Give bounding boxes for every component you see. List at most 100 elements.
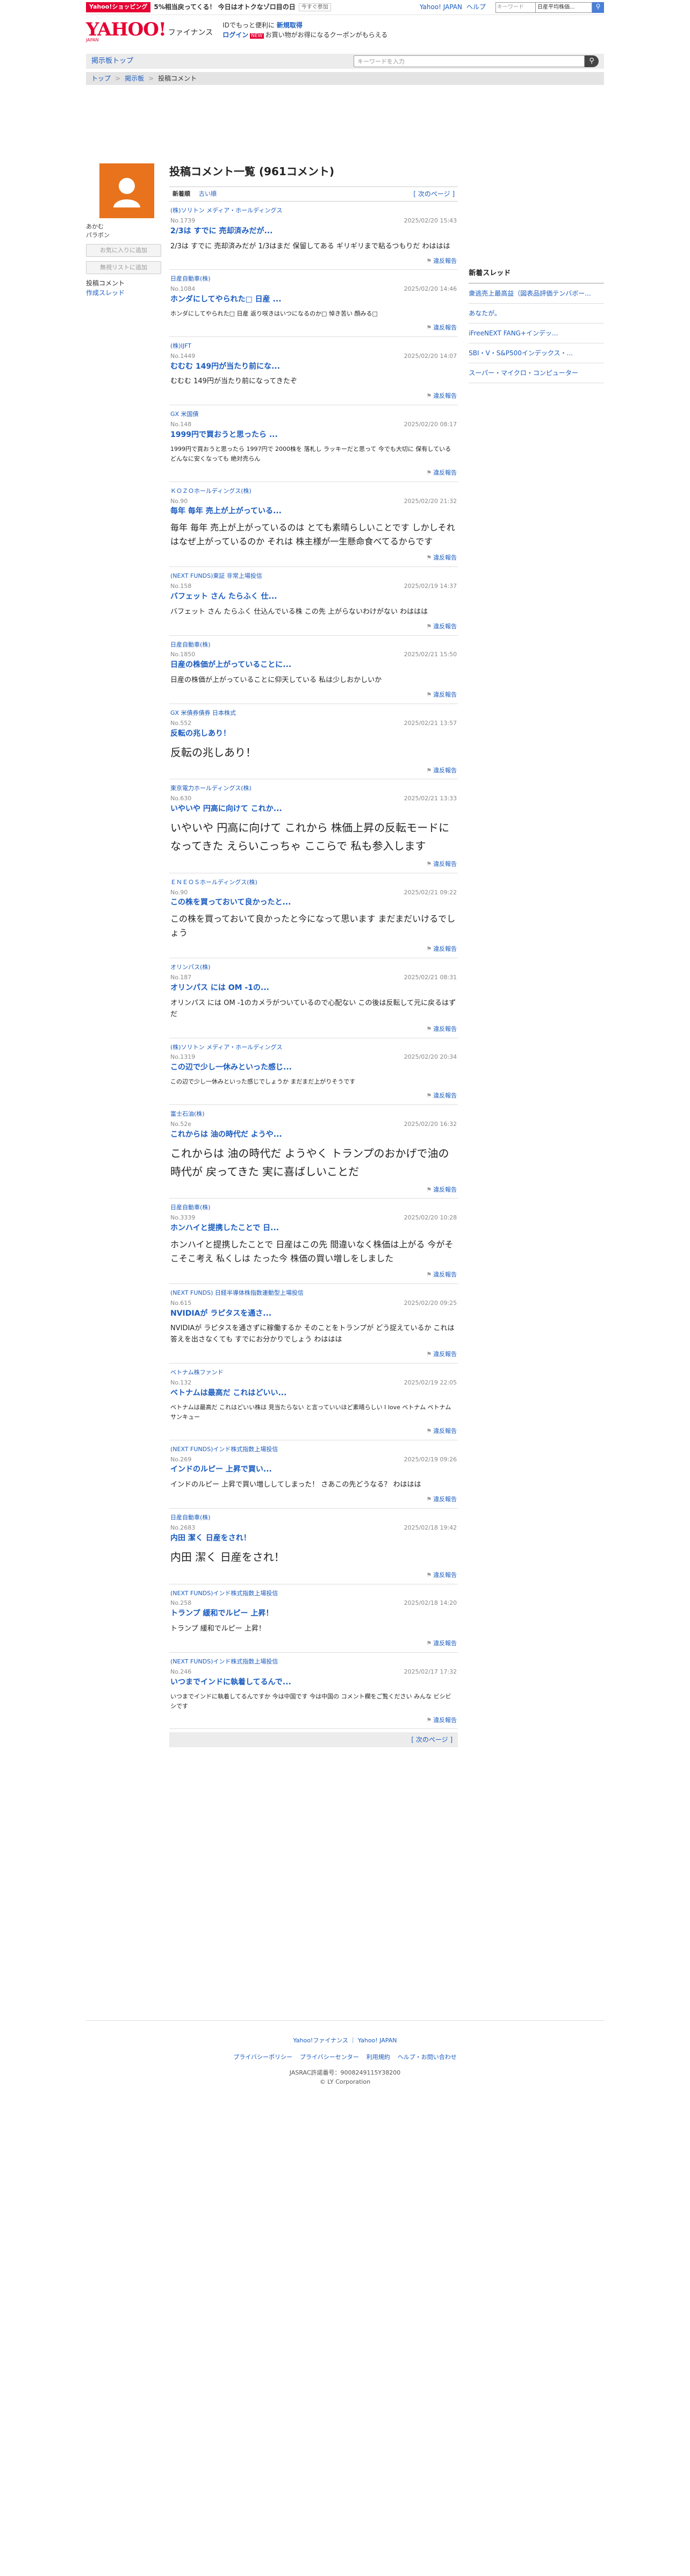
thread-link[interactable]: SBI・V・S&P500インデックス・... bbox=[469, 343, 604, 364]
board-search-input[interactable]: キーワードを入力 bbox=[354, 55, 585, 67]
post-title[interactable]: むむむ 149円が当たり前にな... bbox=[170, 362, 457, 372]
terms-link[interactable]: 利用規約 bbox=[366, 2054, 390, 2062]
next-page-link-bottom[interactable]: [ 次のページ ] bbox=[411, 1735, 452, 1744]
report-link[interactable]: 違反報告 bbox=[433, 324, 457, 331]
post-number: No.1084 bbox=[170, 285, 196, 293]
board-top-link[interactable]: 掲示板トップ bbox=[91, 56, 133, 66]
report-link[interactable]: 違反報告 bbox=[433, 1271, 457, 1278]
post-stock-link[interactable]: (株)ソリトン メディア・ホールディングス bbox=[170, 207, 457, 215]
post-stock-link[interactable]: GX 米国債 bbox=[170, 411, 457, 419]
post-title[interactable]: 日産の株価が上がっていることに... bbox=[170, 660, 457, 670]
post-title[interactable]: この辺で少し一休みといった感じ... bbox=[170, 1063, 457, 1073]
help-link[interactable]: ヘルプ bbox=[466, 3, 486, 11]
post-title[interactable]: 内田 潔く 日産をされ！ bbox=[170, 1533, 457, 1544]
post-stock-link[interactable]: (株)ソリトン メディア・ホールディングス bbox=[170, 1044, 457, 1052]
report-link[interactable]: 違反報告 bbox=[433, 691, 457, 698]
post-stock-link[interactable]: 日産自動車(株) bbox=[170, 1514, 457, 1522]
post-title[interactable]: この株を買っておいて良かったと... bbox=[170, 898, 457, 908]
signup-link[interactable]: 新規取得 bbox=[277, 21, 303, 29]
search-icon[interactable]: ⚲ bbox=[592, 2, 604, 13]
thread-link[interactable]: あなたが。 bbox=[469, 304, 604, 324]
report-link[interactable]: 違反報告 bbox=[433, 469, 457, 476]
report-link[interactable]: 違反報告 bbox=[433, 623, 457, 630]
logo[interactable]: YAHOO! ファイナンス bbox=[86, 20, 213, 39]
promo-text[interactable]: 5%相当戻ってくる！ 今日はオトクなゾロ目の日 bbox=[154, 3, 295, 11]
report-link[interactable]: 違反報告 bbox=[433, 1427, 457, 1434]
post-stock-link[interactable]: (NEXT FUNDS)インド株式指数上場投信 bbox=[170, 1590, 457, 1598]
post-title[interactable]: 毎年 毎年 売上が上がっている... bbox=[170, 506, 457, 516]
coupon-link[interactable]: お買い物がお得になるクーポンがもらえる bbox=[265, 31, 388, 39]
report-link[interactable]: 違反報告 bbox=[433, 1351, 457, 1358]
post-stock-link[interactable]: ＫＯＺＯホールディングス(株) bbox=[170, 487, 457, 496]
post-stock-link[interactable]: ベトナム株ファンド bbox=[170, 1369, 457, 1377]
report-link[interactable]: 違反報告 bbox=[433, 860, 457, 867]
promo-button[interactable]: 今すぐ参加 bbox=[298, 3, 331, 12]
shopping-badge[interactable]: Yahoo!ショッピング bbox=[86, 2, 151, 12]
comments-link[interactable]: 投稿コメント bbox=[86, 278, 161, 288]
report-link[interactable]: 違反報告 bbox=[433, 1092, 457, 1099]
post-stock-link[interactable]: 東京電力ホールディングス(株) bbox=[170, 785, 457, 793]
post-title[interactable]: 1999円で買おうと思ったら ... bbox=[170, 430, 457, 440]
post-stock-link[interactable]: (NEXT FUNDS)インド株式指数上場投信 bbox=[170, 1446, 457, 1454]
post-number: No.3339 bbox=[170, 1214, 196, 1222]
report-link[interactable]: 違反報告 bbox=[433, 1186, 457, 1193]
post-stock-link[interactable]: (NEXT FUNDS)インド株式指数上場投信 bbox=[170, 1658, 457, 1666]
post-title[interactable]: これからは 油の時代だ ようや... bbox=[170, 1130, 457, 1140]
report-link[interactable]: 違反報告 bbox=[433, 1717, 457, 1724]
post-stock-link[interactable]: GX 米債券債券 日本株式 bbox=[170, 709, 457, 717]
report-link[interactable]: 違反報告 bbox=[433, 1640, 457, 1647]
search-icon[interactable]: ⚲ bbox=[585, 55, 599, 67]
post-title[interactable]: ホンハイと提携したことで 日... bbox=[170, 1223, 457, 1233]
post-title[interactable]: ベトナムは最高だ これはどいい... bbox=[170, 1388, 457, 1398]
report-link[interactable]: 違反報告 bbox=[433, 945, 457, 952]
report-link[interactable]: 違反報告 bbox=[433, 392, 457, 399]
post-title[interactable]: インドのルピー 上昇で買い... bbox=[170, 1465, 457, 1475]
yahoo-japan-link[interactable]: Yahoo! JAPAN bbox=[420, 3, 462, 11]
tab-newest[interactable]: 新着順 bbox=[172, 190, 190, 198]
post-title[interactable]: バフェット さん たらふく 仕... bbox=[170, 592, 457, 602]
privacy-policy-link[interactable]: プライバシーポリシー bbox=[233, 2054, 292, 2062]
footer-yahoo-link[interactable]: Yahoo! JAPAN bbox=[358, 2037, 397, 2044]
privacy-center-link[interactable]: プライバシーセンター bbox=[300, 2054, 359, 2062]
add-ignore-button[interactable]: 無視リストに追加 bbox=[86, 261, 161, 274]
top-search-input[interactable]: キーワード bbox=[495, 2, 536, 13]
report-link[interactable]: 違反報告 bbox=[433, 1496, 457, 1503]
next-page-link[interactable]: [ 次のページ ] bbox=[413, 190, 455, 198]
post-title[interactable]: ホンダにしてやられた□ 日産 ... bbox=[170, 295, 457, 305]
post-stock-link[interactable]: (NEXT FUNDS)東証 非常上場投信 bbox=[170, 572, 457, 580]
post-title[interactable]: いやいや 円高に向けて これか... bbox=[170, 804, 457, 814]
post-stock-link[interactable]: 日産自動車(株) bbox=[170, 275, 457, 283]
post-stock-link[interactable]: (株)IJFT bbox=[170, 342, 457, 350]
post-date: 2025/02/17 17:32 bbox=[404, 1668, 457, 1675]
post-title[interactable]: 2/3は すでに 売却済みだが... bbox=[170, 226, 457, 236]
report-link[interactable]: 違反報告 bbox=[433, 1025, 457, 1032]
post-stock-link[interactable]: 富士石油(株) bbox=[170, 1110, 457, 1118]
post-stock-link[interactable]: (NEXT FUNDS) 日経半導体株指数連動型上場投信 bbox=[170, 1289, 457, 1297]
tab-oldest[interactable]: 古い順 bbox=[199, 190, 217, 198]
post-title[interactable]: 反転の兆しあり！ bbox=[170, 729, 457, 739]
thread-link[interactable]: 衆逃売上最高益（図表品評価テンバボー... bbox=[469, 284, 604, 304]
post-body: 日産の株価が上がっていることに仰天している 私は少しおかしいか bbox=[170, 676, 382, 685]
report-link[interactable]: 違反報告 bbox=[433, 554, 457, 561]
top-search-select[interactable]: 日産平均株価... bbox=[536, 2, 592, 13]
post-title[interactable]: いつまでインドに執着してるんで... bbox=[170, 1677, 457, 1688]
post-title[interactable]: トランプ 緩和でルピー 上昇！ bbox=[170, 1609, 457, 1619]
post-title[interactable]: NVIDIAが ラピタスを通さ... bbox=[170, 1309, 457, 1319]
add-favorite-button[interactable]: お気に入りに追加 bbox=[86, 244, 161, 257]
threads-link[interactable]: 作成スレッド bbox=[86, 289, 125, 297]
login-link[interactable]: ログイン bbox=[222, 31, 248, 39]
footer-finance-link[interactable]: Yahoo!ファイナンス bbox=[293, 2037, 348, 2044]
post-stock-link[interactable]: 日産自動車(株) bbox=[170, 1204, 457, 1212]
post-stock-link[interactable]: ＥＮＥＯＳホールディングス(株) bbox=[170, 879, 457, 887]
report-link[interactable]: 違反報告 bbox=[433, 257, 457, 264]
post-stock-link[interactable]: 日産自動車(株) bbox=[170, 641, 457, 649]
thread-link[interactable]: スーパー・マイクロ・コンピューター bbox=[469, 363, 604, 384]
breadcrumb-board[interactable]: 掲示板 bbox=[125, 74, 144, 83]
report-link[interactable]: 違反報告 bbox=[433, 1572, 457, 1578]
post-title[interactable]: オリンパス には OM -1の... bbox=[170, 983, 457, 993]
post-stock-link[interactable]: オリンパス(株) bbox=[170, 964, 457, 972]
help-contact-link[interactable]: ヘルプ・お問い合わせ bbox=[398, 2054, 457, 2062]
thread-link[interactable]: iFreeNEXT FANG+インデッ... bbox=[469, 324, 604, 344]
breadcrumb-top[interactable]: トップ bbox=[91, 74, 111, 83]
report-link[interactable]: 違反報告 bbox=[433, 767, 457, 774]
